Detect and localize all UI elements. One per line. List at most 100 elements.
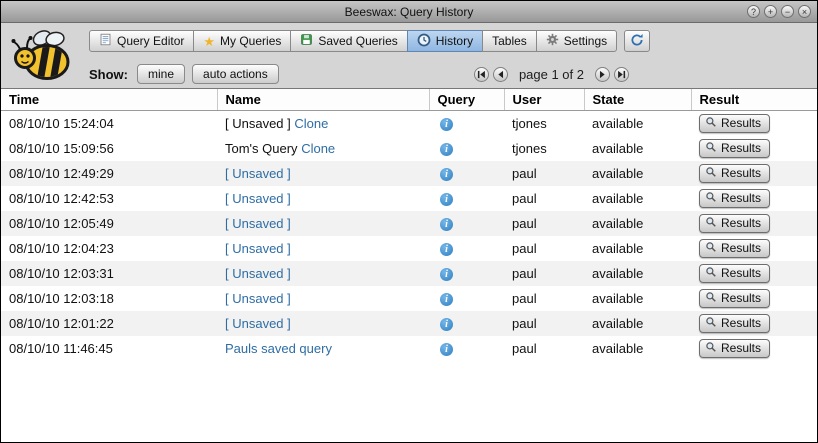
- pagination: page 1 of 2: [474, 67, 629, 82]
- results-button-label: Results: [721, 316, 761, 330]
- query-info-icon[interactable]: [440, 168, 453, 181]
- results-button[interactable]: Results: [699, 164, 770, 183]
- name-cell: [ Unsaved ]: [217, 286, 429, 311]
- query-info-icon[interactable]: [440, 268, 453, 281]
- history-table-body: 08/10/10 15:24:04 [ Unsaved ] Clone tjon…: [1, 111, 817, 361]
- query-cell: [429, 186, 504, 211]
- beeswax-window: Beeswax: Query History ? + − ×: [0, 0, 818, 443]
- name-cell: [ Unsaved ]: [217, 236, 429, 261]
- state-cell: available: [584, 111, 691, 136]
- results-button[interactable]: Results: [699, 289, 770, 308]
- results-button[interactable]: Results: [699, 264, 770, 283]
- query-name-link[interactable]: Clone: [301, 141, 335, 156]
- magnifier-icon: [705, 291, 717, 306]
- result-cell: Results: [691, 161, 817, 186]
- table-row: 08/10/10 12:01:22 [ Unsaved ] paul avail…: [1, 311, 817, 336]
- results-button[interactable]: Results: [699, 239, 770, 258]
- tab-settings[interactable]: Settings: [536, 30, 617, 52]
- refresh-button[interactable]: [624, 30, 650, 52]
- title-bar: Beeswax: Query History ? + − ×: [1, 1, 817, 23]
- tab-my-queries[interactable]: ★ My Queries: [193, 30, 291, 52]
- page-indicator: page 1 of 2: [519, 67, 584, 82]
- query-info-icon[interactable]: [440, 243, 453, 256]
- results-button[interactable]: Results: [699, 189, 770, 208]
- results-button[interactable]: Results: [699, 114, 770, 133]
- window-title: Beeswax: Query History: [345, 5, 474, 19]
- query-name-link[interactable]: Pauls saved query: [225, 341, 332, 356]
- first-page-button[interactable]: [474, 67, 489, 82]
- mine-filter-button[interactable]: mine: [137, 64, 185, 84]
- magnifier-icon: [705, 141, 717, 156]
- state-cell: available: [584, 161, 691, 186]
- prev-page-button[interactable]: [493, 67, 508, 82]
- query-name-link[interactable]: [ Unsaved ]: [225, 166, 291, 181]
- table-row: 08/10/10 12:03:31 [ Unsaved ] paul avail…: [1, 261, 817, 286]
- next-page-button[interactable]: [595, 67, 610, 82]
- user-cell: paul: [504, 211, 584, 236]
- toolbar-header: Query Editor ★ My Queries Saved Queries …: [1, 23, 817, 89]
- query-info-icon[interactable]: [440, 118, 453, 131]
- time-cell: 08/10/10 12:04:23: [1, 236, 217, 261]
- zoom-button[interactable]: +: [764, 5, 777, 18]
- tab-label: Tables: [492, 34, 527, 48]
- query-name-link[interactable]: [ Unsaved ]: [225, 241, 291, 256]
- time-cell: 08/10/10 15:24:04: [1, 111, 217, 136]
- results-button-label: Results: [721, 291, 761, 305]
- query-editor-icon: [99, 33, 112, 49]
- column-header-time: Time: [1, 89, 217, 111]
- results-button-label: Results: [721, 216, 761, 230]
- query-info-icon[interactable]: [440, 143, 453, 156]
- save-disk-icon: [300, 33, 313, 49]
- query-name-link[interactable]: [ Unsaved ]: [225, 266, 291, 281]
- state-cell: available: [584, 136, 691, 161]
- result-cell: Results: [691, 136, 817, 161]
- tab-label: Query Editor: [117, 34, 184, 48]
- tab-history[interactable]: History: [407, 30, 483, 52]
- results-button[interactable]: Results: [699, 314, 770, 333]
- query-info-icon[interactable]: [440, 193, 453, 206]
- tab-tables[interactable]: Tables: [482, 30, 537, 52]
- query-name-link[interactable]: [ Unsaved ]: [225, 216, 291, 231]
- filter-row: Show: mine auto actions page 1 of 2: [89, 63, 807, 85]
- user-cell: tjones: [504, 111, 584, 136]
- history-table: Time Name Query User State Result 08/10/…: [1, 89, 817, 361]
- close-button[interactable]: ×: [798, 5, 811, 18]
- tab-query-editor[interactable]: Query Editor: [89, 30, 194, 52]
- query-cell: [429, 311, 504, 336]
- results-button[interactable]: Results: [699, 139, 770, 158]
- query-name-text: [ Unsaved ]: [225, 116, 291, 131]
- results-button-label: Results: [721, 266, 761, 280]
- table-row: 08/10/10 11:46:45 Pauls saved query paul…: [1, 336, 817, 361]
- result-cell: Results: [691, 211, 817, 236]
- tab-bar: Query Editor ★ My Queries Saved Queries …: [89, 30, 650, 52]
- refresh-icon: [630, 33, 644, 50]
- auto-actions-filter-button[interactable]: auto actions: [192, 64, 279, 84]
- query-info-icon[interactable]: [440, 343, 453, 356]
- user-cell: paul: [504, 286, 584, 311]
- minimize-button[interactable]: −: [781, 5, 794, 18]
- state-cell: available: [584, 286, 691, 311]
- results-button[interactable]: Results: [699, 339, 770, 358]
- results-button-label: Results: [721, 166, 761, 180]
- tab-saved-queries[interactable]: Saved Queries: [290, 30, 407, 52]
- help-button[interactable]: ?: [747, 5, 760, 18]
- name-cell: Tom's Query Clone: [217, 136, 429, 161]
- query-name-link[interactable]: [ Unsaved ]: [225, 291, 291, 306]
- query-name-link[interactable]: [ Unsaved ]: [225, 316, 291, 331]
- query-info-icon[interactable]: [440, 318, 453, 331]
- state-cell: available: [584, 261, 691, 286]
- query-cell: [429, 236, 504, 261]
- query-name-link[interactable]: [ Unsaved ]: [225, 191, 291, 206]
- results-button[interactable]: Results: [699, 214, 770, 233]
- query-info-icon[interactable]: [440, 293, 453, 306]
- results-button-label: Results: [721, 191, 761, 205]
- table-row: 08/10/10 15:24:04 [ Unsaved ] Clone tjon…: [1, 111, 817, 136]
- column-header-user: User: [504, 89, 584, 111]
- query-info-icon[interactable]: [440, 218, 453, 231]
- result-cell: Results: [691, 311, 817, 336]
- query-name-link[interactable]: Clone: [294, 116, 328, 131]
- last-page-button[interactable]: [614, 67, 629, 82]
- name-cell: Pauls saved query: [217, 336, 429, 361]
- time-cell: 08/10/10 12:05:49: [1, 211, 217, 236]
- magnifier-icon: [705, 341, 717, 356]
